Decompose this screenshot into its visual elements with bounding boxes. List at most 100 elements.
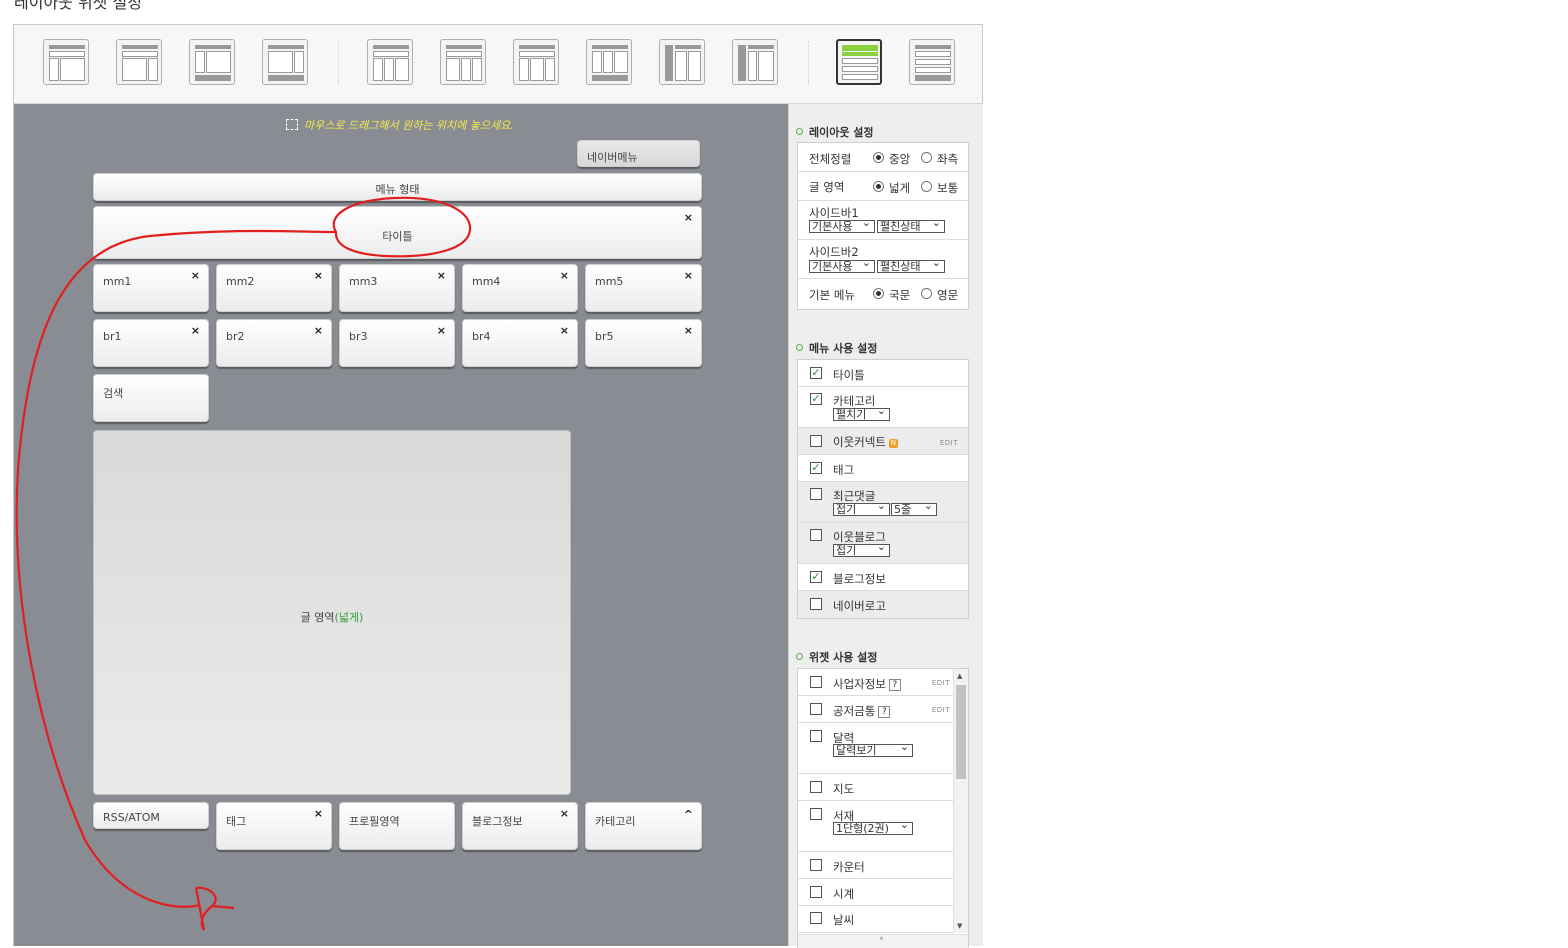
layout-1[interactable] xyxy=(43,39,89,85)
widget-item-label: 사업자정보? xyxy=(833,676,901,692)
widget-scrollbar[interactable]: ▲ ▼ xyxy=(953,669,968,933)
close-icon[interactable]: × xyxy=(560,807,569,820)
help-icon[interactable]: ? xyxy=(878,706,891,718)
checkbox-neighbor-connect[interactable] xyxy=(810,435,822,447)
section-title: 메뉴 사용 설정 xyxy=(809,342,878,355)
collapse-icon[interactable]: ^ xyxy=(684,808,693,821)
checkbox-tag[interactable]: ✓ xyxy=(810,462,822,474)
recent-comments-mode-select[interactable]: 접기 xyxy=(833,503,890,516)
toolbar-divider xyxy=(808,41,810,85)
layout-7[interactable] xyxy=(513,39,559,85)
scroll-down-icon[interactable]: ▼ xyxy=(957,922,962,930)
scroll-thumb[interactable] xyxy=(956,685,966,779)
sidebar2-use-select[interactable]: 기본사용 xyxy=(809,260,875,273)
checkbox-clock[interactable] xyxy=(810,886,822,898)
checkbox-library[interactable] xyxy=(810,808,822,820)
close-icon[interactable]: × xyxy=(684,324,693,337)
checkbox-map[interactable] xyxy=(810,781,822,793)
layout-2[interactable] xyxy=(116,39,162,85)
layout-12[interactable] xyxy=(909,39,955,85)
close-icon[interactable]: × xyxy=(191,269,200,282)
checkbox-neighbor-blog[interactable] xyxy=(810,529,822,541)
menu-settings-box: ✓ 타이틀 ✓ 카테고리 펼치기 이웃커넥트N EDIT ✓ 태그 최근댓글 접… xyxy=(797,359,969,619)
area-wide-radio[interactable] xyxy=(873,181,884,192)
blog-info-block[interactable]: 블로그정보 × xyxy=(462,802,578,850)
widget-block-br3[interactable]: br3 × xyxy=(339,319,455,367)
sidebar1-state-select[interactable]: 펼친상태 xyxy=(877,220,945,233)
layout-4[interactable] xyxy=(262,39,308,85)
content-area-mode: (넓게) xyxy=(334,611,364,624)
checkbox-weather[interactable] xyxy=(810,912,822,924)
layout-6[interactable] xyxy=(440,39,486,85)
widget-block-mm3[interactable]: mm3 × xyxy=(339,264,455,312)
close-icon[interactable]: × xyxy=(314,324,323,337)
close-icon[interactable]: × xyxy=(684,269,693,282)
layout-10[interactable] xyxy=(732,39,778,85)
widget-block-br1[interactable]: br1 × xyxy=(93,319,209,367)
menu-settings-title: 메뉴 사용 설정 xyxy=(796,340,877,356)
checkbox-recent-comments[interactable] xyxy=(810,488,822,500)
checkbox-blog-info[interactable]: ✓ xyxy=(810,571,822,583)
layout-8[interactable] xyxy=(586,39,632,85)
widget-item-label: 공저금통? xyxy=(833,703,891,719)
rss-atom-block[interactable]: RSS/ATOM xyxy=(93,802,209,829)
widget-block-mm4[interactable]: mm4 × xyxy=(462,264,578,312)
widget-block-br5[interactable]: br5 × xyxy=(585,319,702,367)
tag-block[interactable]: 태그 × xyxy=(216,802,332,850)
naver-menu-block[interactable]: 네이버메뉴 xyxy=(577,140,700,167)
layout-9[interactable] xyxy=(659,39,705,85)
scroll-up-icon[interactable]: ▲ xyxy=(957,672,962,680)
layout-toolbar xyxy=(14,25,982,104)
sidebar2-state-select[interactable]: 펼친상태 xyxy=(877,260,945,273)
checkbox-calendar[interactable] xyxy=(810,730,822,742)
library-mode-select[interactable]: 1단형(2권) xyxy=(833,822,913,835)
sidebar2-row: 사이드바2 기본사용 펼친상태 xyxy=(798,240,968,279)
layout-5[interactable] xyxy=(367,39,413,85)
menu-type-label: 메뉴 형태 xyxy=(375,183,420,196)
close-icon[interactable]: × xyxy=(314,269,323,282)
checkbox-counter[interactable] xyxy=(810,859,822,871)
edit-link[interactable]: EDIT xyxy=(932,679,950,687)
close-icon[interactable]: × xyxy=(437,324,446,337)
area-normal-radio[interactable] xyxy=(921,181,932,192)
widget-block-mm1[interactable]: mm1 × xyxy=(93,264,209,312)
checkbox-title[interactable]: ✓ xyxy=(810,367,822,379)
close-icon[interactable]: × xyxy=(437,269,446,282)
close-icon[interactable]: × xyxy=(684,211,693,224)
layout-3[interactable] xyxy=(189,39,235,85)
help-icon[interactable]: ? xyxy=(888,679,901,691)
content-area-block[interactable]: 글 영역(넓게) xyxy=(93,430,571,795)
widget-block-br2[interactable]: br2 × xyxy=(216,319,332,367)
close-icon[interactable]: × xyxy=(314,807,323,820)
calendar-mode-select[interactable]: 달력보기 xyxy=(833,744,913,757)
checkbox-naver-logo[interactable] xyxy=(810,598,822,610)
checkbox-category[interactable]: ✓ xyxy=(810,393,822,405)
menu-lang-en-radio[interactable] xyxy=(921,288,932,299)
close-icon[interactable]: × xyxy=(560,269,569,282)
profile-block[interactable]: 프로필영역 xyxy=(339,802,455,850)
align-left-label: 좌측 xyxy=(937,152,959,166)
sidebar1-use-select[interactable]: 기본사용 xyxy=(809,220,875,233)
edit-link[interactable]: EDIT xyxy=(932,706,950,714)
title-block[interactable]: 타이틀 × xyxy=(93,206,702,259)
menu-type-block[interactable]: 메뉴 형태 xyxy=(93,173,702,201)
category-mode-select[interactable]: 펼치기 xyxy=(833,408,890,421)
widget-block-mm5[interactable]: mm5 × xyxy=(585,264,702,312)
widget-block-br4[interactable]: br4 × xyxy=(462,319,578,367)
category-block[interactable]: 카테고리 ^ xyxy=(585,802,702,850)
widget-block-mm2[interactable]: mm2 × xyxy=(216,264,332,312)
neighbor-blog-mode-select[interactable]: 접기 xyxy=(833,544,890,557)
close-icon[interactable]: × xyxy=(191,324,200,337)
menu-lang-kr-radio[interactable] xyxy=(873,288,884,299)
recent-comments-lines-select[interactable]: 5줄 xyxy=(891,503,937,516)
search-block[interactable]: 검색 xyxy=(93,374,209,422)
expand-icon[interactable]: ⌅ xyxy=(878,933,885,942)
checkbox-business-info[interactable] xyxy=(810,676,822,688)
checkbox-donation[interactable] xyxy=(810,703,822,715)
align-left-radio[interactable] xyxy=(921,152,932,163)
align-center-radio[interactable] xyxy=(873,152,884,163)
close-icon[interactable]: × xyxy=(560,324,569,337)
layout-settings-title: 레이아웃 설정 xyxy=(796,124,874,140)
layout-11[interactable] xyxy=(836,39,882,85)
edit-link[interactable]: EDIT xyxy=(940,439,958,447)
